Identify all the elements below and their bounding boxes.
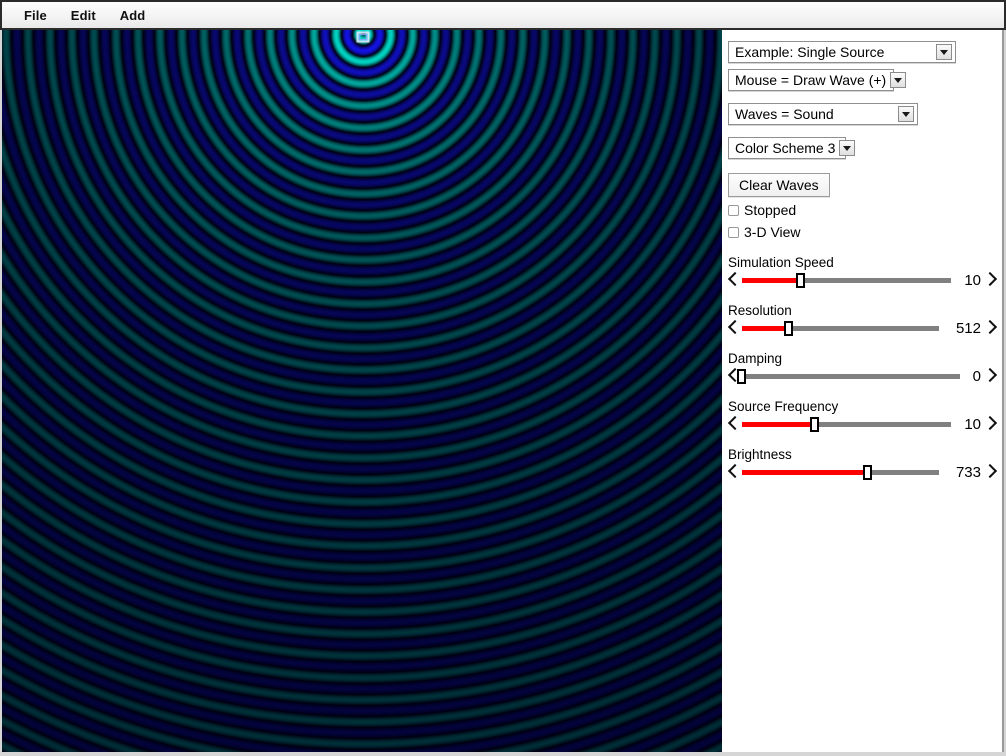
menu-file[interactable]: File	[12, 5, 59, 26]
wave-type-select-value: Waves = Sound	[735, 106, 834, 122]
source-frequency-value: 10	[964, 415, 981, 433]
brightness-track-fill	[742, 469, 869, 475]
chevron-down-icon	[936, 44, 952, 60]
source-frequency-thumb[interactable]	[810, 416, 820, 432]
mouse-mode-select[interactable]: Mouse = Draw Wave (+)	[728, 69, 907, 91]
brightness-label: Brightness	[728, 447, 792, 462]
chevron-down-icon	[839, 140, 856, 156]
simulation-speed-thumb[interactable]	[795, 272, 805, 288]
color-scheme-select-value: Color Scheme 3	[735, 140, 836, 156]
chevron-left-icon[interactable]	[728, 464, 739, 481]
damping-value: 0	[972, 367, 981, 385]
source-frequency-label: Source Frequency	[728, 399, 839, 414]
color-scheme-select[interactable]: Color Scheme 3	[728, 137, 856, 159]
example-select-value: Example: Single Source	[735, 44, 885, 60]
simulation-speed-slider[interactable]: 10	[728, 271, 994, 289]
chevron-down-icon	[898, 106, 914, 122]
chevron-down-icon	[890, 72, 907, 88]
brightness-value: 733	[955, 463, 981, 481]
ripple-tank-canvas-area[interactable]	[2, 30, 722, 752]
3d-view-checkbox-box[interactable]	[728, 226, 739, 238]
brightness-slider[interactable]: 733	[728, 463, 994, 481]
wave-simulation-canvas[interactable]	[2, 30, 722, 752]
chevron-right-icon[interactable]	[983, 272, 994, 289]
resolution-thumb[interactable]	[784, 320, 794, 336]
damping-slider[interactable]: 0	[728, 367, 994, 385]
menu-edit[interactable]: Edit	[59, 5, 108, 26]
3d-view-checkbox[interactable]: 3-D View	[728, 223, 994, 241]
menu-bar: File Edit Add	[0, 0, 1006, 30]
damping-slider-group: Damping 0	[728, 351, 994, 385]
brightness-thumb[interactable]	[863, 464, 873, 480]
stopped-checkbox-box[interactable]	[728, 204, 739, 216]
brightness-track[interactable]	[742, 464, 939, 481]
clear-waves-button[interactable]: Clear Waves	[728, 173, 830, 197]
chevron-left-icon[interactable]	[728, 272, 739, 289]
resolution-slider-group: Resolution 512	[728, 303, 994, 337]
simulation-speed-track-fill	[742, 277, 801, 283]
chevron-left-icon[interactable]	[728, 320, 739, 337]
simulation-speed-label: Simulation Speed	[728, 255, 834, 270]
wave-type-select[interactable]: Waves = Sound	[728, 103, 918, 125]
3d-view-checkbox-label: 3-D View	[744, 224, 801, 240]
chevron-left-icon[interactable]	[728, 416, 739, 433]
source-frequency-track-fill	[742, 421, 816, 427]
source-frequency-track[interactable]	[742, 416, 951, 433]
simulation-speed-track[interactable]	[742, 272, 951, 289]
example-select[interactable]: Example: Single Source	[728, 41, 956, 63]
damping-thumb[interactable]	[737, 368, 746, 384]
source-frequency-slider[interactable]: 10	[728, 415, 994, 433]
source-frequency-slider-group: Source Frequency 10	[728, 399, 994, 433]
resolution-track[interactable]	[742, 320, 939, 337]
chevron-right-icon[interactable]	[983, 320, 994, 337]
chevron-right-icon[interactable]	[983, 464, 994, 481]
menu-add[interactable]: Add	[108, 5, 158, 26]
chevron-right-icon[interactable]	[983, 368, 994, 385]
chevron-right-icon[interactable]	[983, 416, 994, 433]
control-panel: Example: Single Source Mouse = Draw Wave…	[722, 30, 1004, 752]
brightness-slider-group: Brightness 733	[728, 447, 994, 481]
resolution-value: 512	[955, 319, 981, 337]
simulation-speed-slider-group: Simulation Speed 10	[728, 255, 994, 289]
app-window: File Edit Add Example: Single Source Mou…	[0, 0, 1006, 756]
resolution-slider[interactable]: 512	[728, 319, 994, 337]
damping-track[interactable]	[737, 368, 960, 385]
stopped-checkbox-label: Stopped	[744, 202, 797, 218]
damping-label: Damping	[728, 351, 783, 366]
damping-track-bg	[742, 373, 960, 379]
simulation-speed-value: 10	[964, 271, 981, 289]
resolution-track-fill	[742, 325, 790, 331]
mouse-mode-select-value: Mouse = Draw Wave (+)	[735, 72, 887, 88]
resolution-label: Resolution	[728, 303, 792, 318]
stopped-checkbox[interactable]: Stopped	[728, 201, 994, 219]
